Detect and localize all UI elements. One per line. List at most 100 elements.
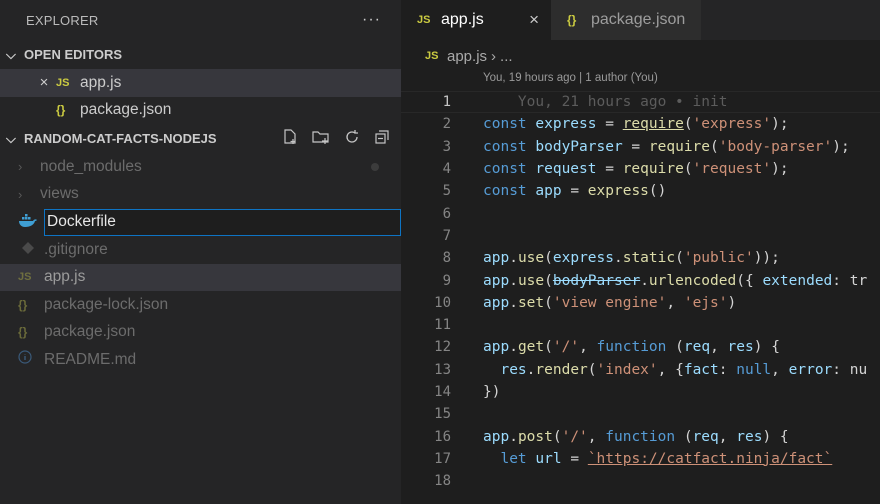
project-label: RANDOM-CAT-FACTS-NODEJS xyxy=(24,131,217,146)
code-line: 9 app.use(bodyParser.urlencoded({ extend… xyxy=(401,269,880,291)
code-text: app.use(express.static('public')); xyxy=(483,250,780,267)
line-number: 12 xyxy=(434,339,451,356)
code-text: let url = `https://catfact.ninja/fact` xyxy=(500,450,833,467)
docker-icon xyxy=(18,213,44,231)
tree-item-gitignore[interactable]: .gitignore xyxy=(0,236,401,264)
tree-item-package-lock-json[interactable]: {} package-lock.json xyxy=(0,291,401,319)
code-line: 16 app.post('/', function (req, res) { xyxy=(401,425,880,447)
json-file-icon: {} xyxy=(56,103,66,118)
chevron-right-icon: › xyxy=(18,159,23,175)
code-text: const bodyParser = require('body-parser'… xyxy=(483,138,850,155)
code-line: 4 const request = require('request'); xyxy=(401,158,880,180)
code-text: const express = require('express'); xyxy=(483,116,789,133)
inline-blame: You, 21 hours ago • init xyxy=(483,94,728,111)
code-editor[interactable]: 1 You, 21 hours ago • init 2 const expre… xyxy=(401,91,880,492)
tab-package-json[interactable]: {} package.json xyxy=(551,0,701,40)
line-number: 7 xyxy=(442,227,451,244)
js-file-icon: JS xyxy=(425,50,439,62)
js-file-icon: JS xyxy=(417,14,431,26)
tree-item-app-js[interactable]: JS app.js xyxy=(0,263,401,291)
code-line: 1 You, 21 hours ago • init xyxy=(401,91,880,114)
collapse-all-icon[interactable] xyxy=(373,128,391,150)
open-editor-item-package-json[interactable]: {} package.json xyxy=(0,97,401,125)
open-editors-label: OPEN EDITORS xyxy=(24,47,123,62)
tree-item-node-modules[interactable]: › node_modules xyxy=(0,153,401,181)
breadcrumb-file[interactable]: app.js xyxy=(447,48,487,65)
code-line: 17 let url = `https://catfact.ninja/fact… xyxy=(401,448,880,470)
code-text: }) xyxy=(483,384,501,400)
tree-item-label: README.md xyxy=(44,350,137,368)
rename-input[interactable] xyxy=(44,208,401,236)
tab-bar: JS app.js × {} package.json xyxy=(401,0,880,40)
line-number: 1 xyxy=(442,94,451,111)
code-line: 18 xyxy=(401,470,880,492)
tree-item-label: node_modules xyxy=(40,157,142,175)
git-file-icon xyxy=(18,241,44,259)
code-line: 10 app.set('view engine', 'ejs') xyxy=(401,292,880,314)
refresh-icon[interactable] xyxy=(343,128,361,150)
code-line: 8 app.use(express.static('public')); xyxy=(401,247,880,269)
close-icon[interactable]: × xyxy=(529,10,539,30)
breadcrumb-separator: › xyxy=(491,47,497,65)
line-number: 10 xyxy=(434,294,451,311)
editor-area: JS app.js × {} package.json JS app.js › … xyxy=(401,0,880,504)
rename-row xyxy=(0,208,401,236)
tree-item-views[interactable]: › views xyxy=(0,181,401,209)
breadcrumb-symbols[interactable]: ... xyxy=(500,48,513,65)
more-actions-icon[interactable]: ··· xyxy=(362,11,381,29)
line-number: 5 xyxy=(442,183,451,200)
tab-app-js[interactable]: JS app.js × xyxy=(401,0,551,40)
code-text: app.get('/', function (req, res) { xyxy=(483,339,780,356)
line-number: 13 xyxy=(434,361,451,378)
explorer-sidebar: EXPLORER ··· ⌵ OPEN EDITORS × JS app.js … xyxy=(0,0,401,504)
tree-item-package-json[interactable]: {} package.json xyxy=(0,319,401,347)
code-text: const request = require('request'); xyxy=(483,161,789,178)
line-number: 4 xyxy=(442,161,451,178)
open-editor-label: package.json xyxy=(80,101,172,119)
line-number: 3 xyxy=(442,138,451,155)
new-folder-icon[interactable] xyxy=(311,128,331,150)
code-text: app.post('/', function (req, res) { xyxy=(483,428,789,445)
tab-label: package.json xyxy=(591,11,686,28)
line-number: 9 xyxy=(442,272,451,289)
explorer-title: EXPLORER xyxy=(26,12,99,28)
code-line: 6 xyxy=(401,202,880,224)
code-line: 13 res.render('index', {fact: null, erro… xyxy=(401,359,880,381)
open-editors-section[interactable]: ⌵ OPEN EDITORS xyxy=(0,40,401,69)
line-number: 16 xyxy=(434,428,451,445)
json-file-icon: {} xyxy=(18,325,28,340)
tree-item-readme[interactable]: README.md xyxy=(0,346,401,374)
line-number: 8 xyxy=(442,250,451,267)
json-file-icon: {} xyxy=(567,13,577,27)
code-line: 7 xyxy=(401,225,880,247)
codelens-blame[interactable]: You, 19 hours ago | 1 author (You) xyxy=(401,72,880,90)
line-number: 2 xyxy=(442,116,451,133)
code-line: 15 xyxy=(401,403,880,425)
code-text: const app = express() xyxy=(483,183,667,200)
code-text: app.set('view engine', 'ejs') xyxy=(483,294,737,311)
code-text: res.render('index', {fact: null, error: … xyxy=(500,361,868,378)
status-dot xyxy=(371,162,379,171)
tree-item-label: views xyxy=(40,185,79,203)
line-number: 11 xyxy=(434,317,451,334)
info-icon xyxy=(18,350,44,369)
line-number: 18 xyxy=(434,473,451,490)
close-icon[interactable]: × xyxy=(32,74,56,91)
breadcrumb: JS app.js › ... xyxy=(401,40,880,72)
line-number: 14 xyxy=(434,384,451,400)
explorer-header: EXPLORER ··· xyxy=(0,0,401,40)
project-actions xyxy=(281,128,401,150)
project-section[interactable]: ⌵ RANDOM-CAT-FACTS-NODEJS xyxy=(0,124,401,153)
code-line: 3 const bodyParser = require('body-parse… xyxy=(401,136,880,158)
code-line: 12 app.get('/', function (req, res) { xyxy=(401,336,880,358)
code-line: 14 }) xyxy=(401,381,880,403)
new-file-icon[interactable] xyxy=(281,128,299,150)
line-number: 17 xyxy=(434,450,451,467)
chevron-right-icon: › xyxy=(18,186,23,202)
code-line: 11 xyxy=(401,314,880,336)
tab-label: app.js xyxy=(441,11,484,28)
chevron-down-icon: ⌵ xyxy=(6,46,16,62)
open-editor-item-app-js[interactable]: × JS app.js xyxy=(0,69,401,97)
open-editor-label: app.js xyxy=(80,73,122,91)
js-file-icon: JS xyxy=(56,76,70,89)
